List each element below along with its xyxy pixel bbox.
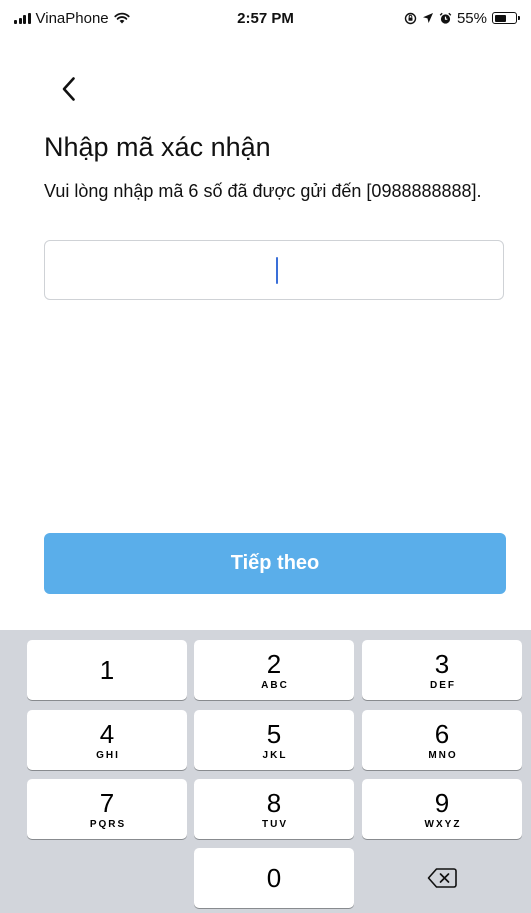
key-digit: 1 [99, 655, 115, 685]
key-7[interactable]: 7 PQRS [27, 779, 187, 839]
location-icon [422, 13, 433, 23]
key-letters: GHI [96, 749, 120, 761]
status-bar-left: VinaPhone [14, 10, 130, 27]
battery-percent: 55% [456, 9, 487, 27]
wifi-icon [114, 12, 130, 24]
key-digit: 2 [266, 648, 282, 679]
backspace-icon [427, 868, 457, 888]
signal-icon [14, 12, 31, 24]
battery-level [494, 14, 506, 22]
key-digit: 9 [434, 787, 450, 818]
key-letters: PQRS [89, 818, 127, 830]
key-5[interactable]: 5 JKL [194, 710, 354, 770]
key-digit: 7 [99, 787, 115, 818]
key-digit: 6 [434, 718, 450, 749]
key-digit: 5 [266, 718, 282, 749]
battery-icon [492, 12, 520, 24]
chevron-left-icon [62, 77, 75, 101]
key-letters: TUV [262, 818, 288, 830]
key-digit: 8 [266, 787, 282, 818]
key-8[interactable]: 8 TUV [194, 779, 354, 839]
key-9[interactable]: 9 WXYZ [362, 779, 522, 839]
key-digit: 4 [99, 718, 115, 749]
page-title: Nhập mã xác nhận [44, 132, 271, 162]
key-letters: JKL [262, 749, 288, 761]
continue-button[interactable]: Tiếp theo [44, 533, 506, 594]
status-bar-right: 55% [404, 9, 520, 27]
key-4[interactable]: 4 GHI [27, 710, 187, 770]
key-0[interactable]: 0 [194, 848, 354, 908]
key-letters: WXYZ [424, 818, 462, 830]
verification-code-field[interactable] [44, 240, 504, 300]
key-1[interactable]: 1 [27, 640, 187, 700]
key-6[interactable]: 6 MNO [362, 710, 522, 770]
instruction-text: Vui lòng nhập mã 6 số đã được gửi đến [0… [44, 181, 482, 201]
key-letters: MNO [428, 749, 458, 761]
status-bar: VinaPhone 2:57 PM 55% [0, 0, 531, 36]
delete-key[interactable] [362, 848, 522, 908]
numeric-keyboard: 1 2 ABC 3 DEF 4 GHI 5 JKL 6 MNO 7 PQRS 8… [0, 630, 531, 913]
alarm-icon [439, 12, 452, 24]
key-letters: DEF [430, 679, 456, 691]
key-digit: 0 [266, 863, 282, 893]
back-button[interactable] [52, 72, 86, 106]
key-3[interactable]: 3 DEF [362, 640, 522, 700]
verification-code-input[interactable] [45, 241, 503, 299]
key-2[interactable]: 2 ABC [194, 640, 354, 700]
lock-rotation-icon [404, 12, 417, 24]
key-digit: 3 [434, 648, 450, 679]
carrier-name: VinaPhone [35, 9, 109, 27]
key-letters: ABC [261, 679, 289, 691]
